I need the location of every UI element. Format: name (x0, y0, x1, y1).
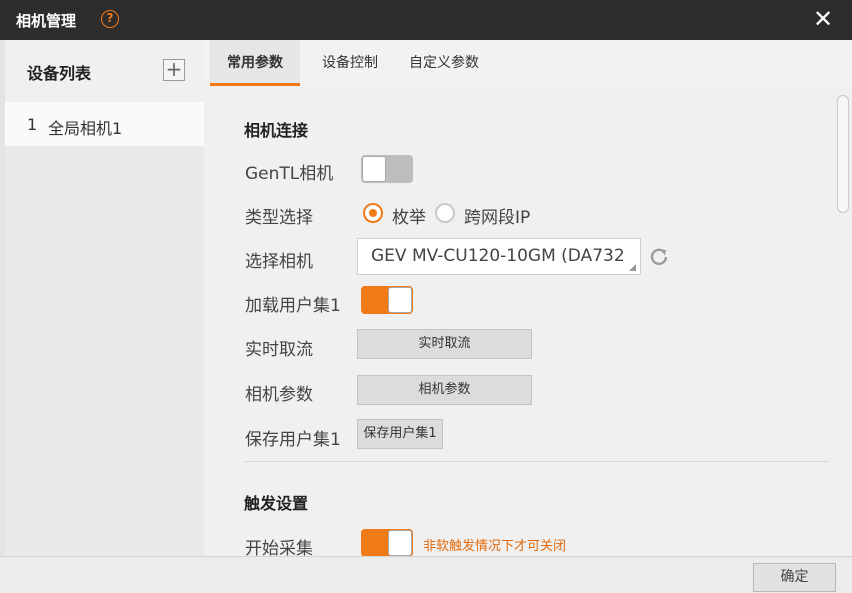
tab-custom-params[interactable]: 自定义参数 (409, 40, 479, 86)
radio-enumerate-label: 枚举 (392, 208, 426, 228)
resize-grip-icon (629, 264, 636, 271)
vertical-scrollbar[interactable] (837, 95, 849, 556)
title-bar: 相机管理 ? ✕ (0, 0, 852, 40)
live-stream-button[interactable]: 实时取流 (357, 329, 532, 359)
settings-content: 相机连接 GenTL相机 类型选择 枚举 跨网段IP 选择相机 GEV MV-C… (205, 86, 852, 556)
tab-device-control[interactable]: 设备控制 (322, 40, 378, 86)
radio-cross-subnet-ip-label: 跨网段IP (464, 208, 531, 228)
tab-bar: 常用参数 设备控制 自定义参数 (205, 40, 852, 86)
device-list-item[interactable]: 1 全局相机1 (5, 102, 204, 146)
select-camera-label: 选择相机 (245, 252, 313, 272)
ok-button[interactable]: 确定 (753, 563, 836, 592)
device-name: 全局相机1 (48, 119, 123, 138)
device-index: 1 (27, 115, 38, 134)
load-userset-toggle[interactable] (361, 286, 413, 314)
start-acquisition-toggle[interactable] (361, 529, 413, 556)
device-list-panel: 设备列表 + 1 全局相机1 (5, 40, 204, 556)
close-icon[interactable]: ✕ (810, 6, 836, 32)
start-acquisition-hint: 非软触发情况下才可关闭 (423, 539, 567, 554)
device-list-title: 设备列表 (27, 64, 92, 83)
live-stream-label: 实时取流 (245, 340, 313, 360)
device-list-header: 设备列表 + (5, 40, 204, 102)
toggle-knob (388, 287, 412, 313)
tab-common-params[interactable]: 常用参数 (210, 40, 300, 86)
toggle-knob (362, 156, 386, 182)
add-device-button[interactable]: + (163, 59, 185, 81)
section-divider (244, 461, 829, 462)
refresh-icon[interactable] (649, 247, 669, 267)
gentl-label: GenTL相机 (245, 164, 334, 184)
scrollbar-thumb[interactable] (837, 95, 849, 213)
camera-params-button[interactable]: 相机参数 (357, 375, 532, 405)
camera-select[interactable]: GEV MV-CU120-10GM (DA732 (357, 238, 641, 275)
section-trigger-settings: 触发设置 (244, 494, 309, 513)
radio-cross-subnet-ip[interactable] (435, 203, 455, 223)
dialog-footer: 确定 (0, 556, 852, 593)
camera-management-dialog: 相机管理 ? ✕ 设备列表 + 1 全局相机1 常用参数 设备控制 自定义参数 … (0, 0, 852, 593)
section-camera-connection: 相机连接 (244, 121, 309, 140)
load-userset-label: 加载用户集1 (245, 296, 341, 316)
toggle-knob (388, 530, 412, 556)
gentl-toggle[interactable] (361, 155, 413, 183)
save-userset-label: 保存用户集1 (245, 430, 341, 450)
radio-enumerate[interactable] (363, 203, 383, 223)
type-select-label: 类型选择 (245, 208, 313, 228)
start-acquisition-label: 开始采集 (245, 539, 313, 556)
help-icon[interactable]: ? (101, 10, 119, 28)
dialog-title: 相机管理 (16, 12, 77, 30)
save-userset-button[interactable]: 保存用户集1 (357, 419, 443, 449)
camera-params-label: 相机参数 (245, 385, 313, 405)
camera-select-value: GEV MV-CU120-10GM (DA732 (371, 246, 625, 266)
